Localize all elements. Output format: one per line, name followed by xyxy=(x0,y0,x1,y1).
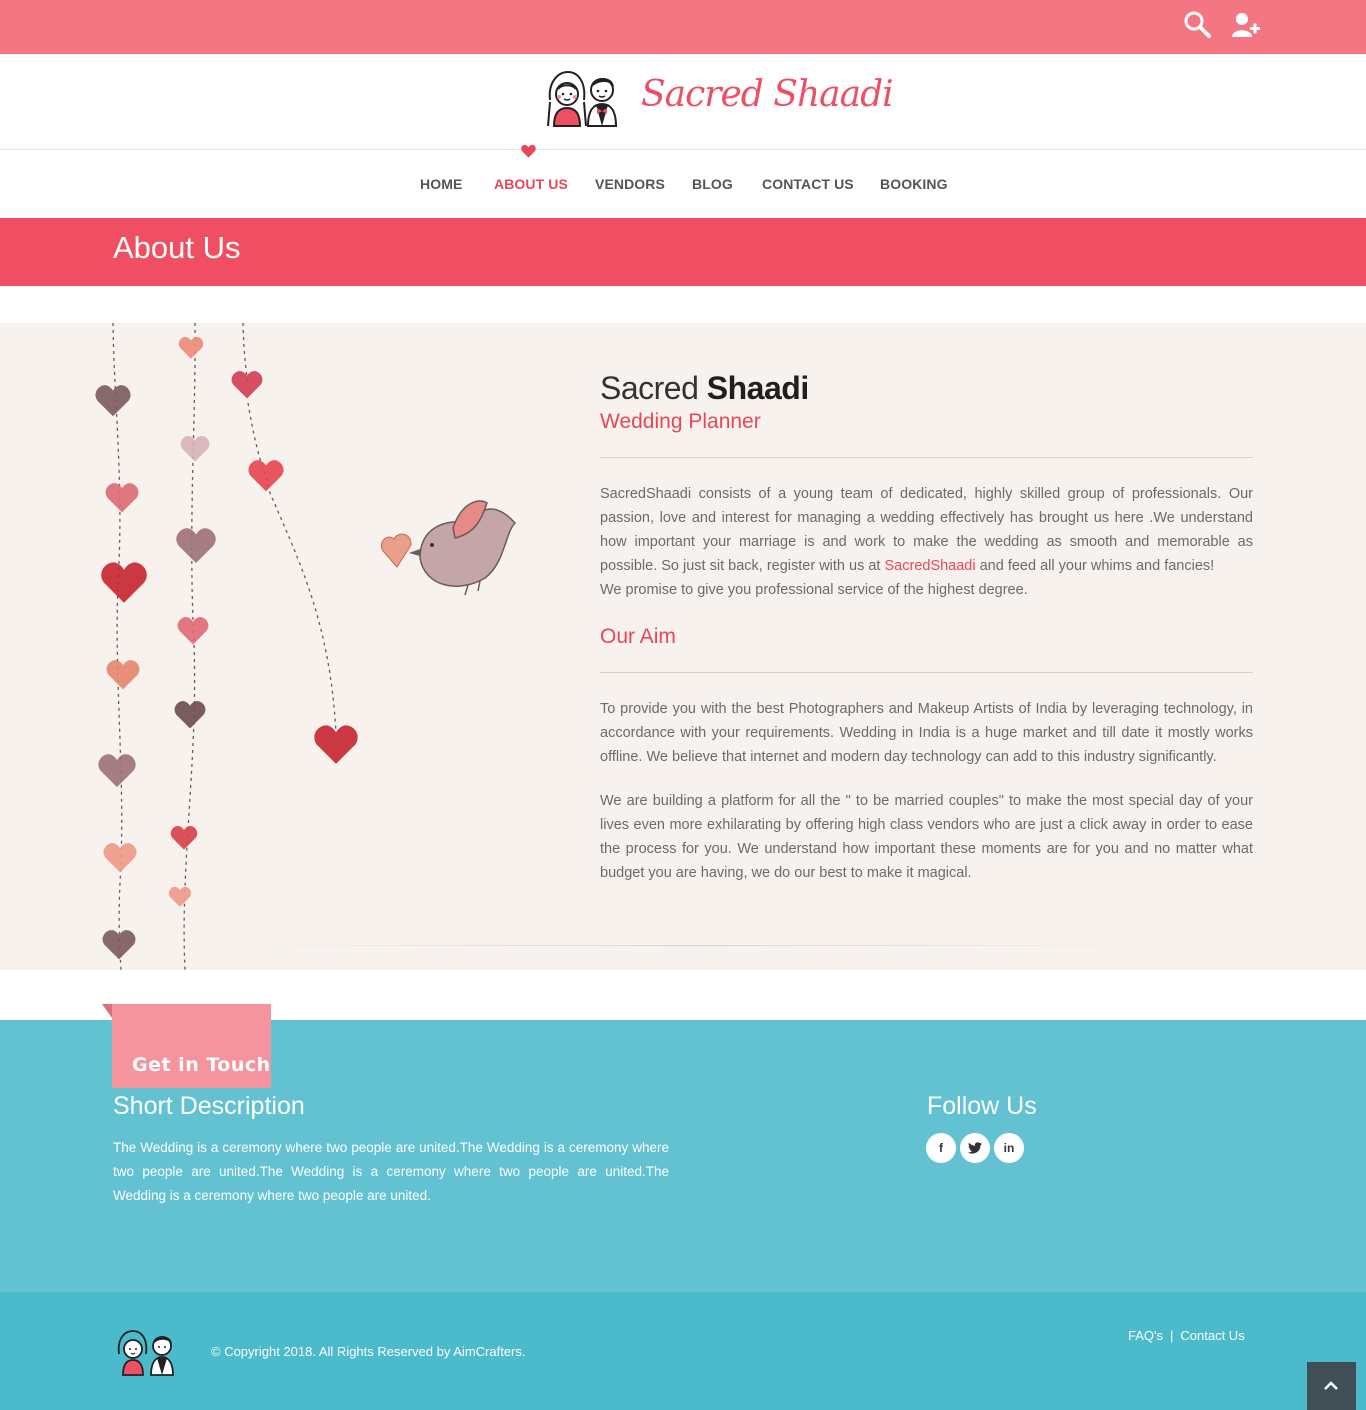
contact-us-link[interactable]: Contact Us xyxy=(1180,1328,1244,1343)
heart-icon xyxy=(231,371,263,399)
copyright-text: © Copyright 2018. All Rights Reserved by… xyxy=(211,1344,526,1359)
heart-icon xyxy=(168,886,192,907)
couple-logo-icon[interactable] xyxy=(544,68,626,128)
heart-icon xyxy=(314,725,358,764)
get-in-touch-tab: Get in Touch xyxy=(112,1004,271,1088)
scallop-border xyxy=(0,260,1366,280)
short-description-heading: Short Description xyxy=(113,1092,305,1120)
twitter-icon[interactable] xyxy=(960,1133,990,1163)
divider xyxy=(600,672,1253,673)
faq-link[interactable]: FAQ's xyxy=(1128,1328,1163,1343)
footer-couple-logo-icon[interactable] xyxy=(115,1328,181,1376)
add-user-icon[interactable] xyxy=(1231,11,1261,41)
about-title: Sacred Shaadi xyxy=(600,367,1253,409)
hanging-hearts-illustration xyxy=(95,323,517,970)
bird-icon xyxy=(380,500,517,596)
site-header: Sacred Shaadi xyxy=(0,54,1366,150)
heart-icon xyxy=(248,460,284,492)
back-to-top-button[interactable] xyxy=(1307,1362,1356,1410)
heart-icon xyxy=(177,617,209,645)
about-subtitle: Wedding Planner xyxy=(600,410,761,433)
heart-icon xyxy=(170,825,198,850)
aim-paragraph-2: We are building a platform for all the "… xyxy=(600,793,1253,881)
link-separator: | xyxy=(1170,1328,1174,1343)
search-icon[interactable] xyxy=(1182,9,1212,39)
get-in-touch-label: Get in Touch xyxy=(132,1054,271,1076)
facebook-icon[interactable]: f xyxy=(926,1133,956,1163)
bottom-bar: © Copyright 2018. All Rights Reserved by… xyxy=(0,1292,1366,1410)
intro-paragraph: SacredShaadi consists of a young team of… xyxy=(600,482,1253,602)
top-bar xyxy=(0,0,1366,54)
nav-home[interactable]: HOME xyxy=(420,176,462,192)
nav-contact-us[interactable]: CONTACT US xyxy=(762,176,854,192)
aim-heading: Our Aim xyxy=(600,625,676,648)
nav-vendors[interactable]: VENDORS xyxy=(595,176,665,192)
about-title-light: Sacred xyxy=(600,370,699,406)
nav-booking[interactable]: BOOKING xyxy=(880,176,948,192)
heart-icon xyxy=(106,660,140,690)
heart-icon xyxy=(98,754,136,788)
sacredshaadi-link[interactable]: SacredShaadi xyxy=(885,558,976,574)
tab-fold xyxy=(102,1004,112,1018)
nav-blog[interactable]: BLOG xyxy=(692,176,733,192)
section-shadow xyxy=(210,945,1180,946)
footer: Get in Touch Short Description The Weddi… xyxy=(0,1004,1366,1292)
heart-icon xyxy=(102,930,136,960)
intro-text-3: We promise to give you professional serv… xyxy=(600,582,1028,598)
active-heart-icon xyxy=(521,144,536,158)
heart-icon xyxy=(174,701,206,729)
brand-wordmark[interactable]: Sacred Shaadi xyxy=(641,74,894,115)
chevron-up-icon xyxy=(1324,1381,1338,1390)
follow-us-heading: Follow Us xyxy=(927,1092,1037,1120)
about-section: Sacred Shaadi Wedding Planner SacredShaa… xyxy=(0,323,1366,970)
about-title-bold: Shaadi xyxy=(706,370,809,406)
divider xyxy=(600,457,1253,458)
heart-icon xyxy=(105,483,139,513)
short-description-text: The Wedding is a ceremony where two peop… xyxy=(113,1140,669,1203)
main-nav: HOME ABOUT US VENDORS BLOG CONTACT US BO… xyxy=(0,144,1366,218)
heart-icon xyxy=(180,436,210,462)
aim-paragraph-1: To provide you with the best Photographe… xyxy=(600,701,1253,765)
about-content: Sacred Shaadi Wedding Planner SacredShaa… xyxy=(600,367,1253,885)
heart-icon xyxy=(178,336,204,359)
heart-icon xyxy=(176,528,216,564)
nav-about-us[interactable]: ABOUT US xyxy=(494,176,568,192)
heart-icon xyxy=(101,562,147,603)
heart-icon xyxy=(103,843,137,873)
heart-icon xyxy=(95,385,131,417)
footer-links: FAQ's | Contact Us xyxy=(1128,1328,1245,1343)
linkedin-icon[interactable]: in xyxy=(994,1133,1024,1163)
intro-text-2: and feed all your whims and fancies! xyxy=(975,558,1215,574)
